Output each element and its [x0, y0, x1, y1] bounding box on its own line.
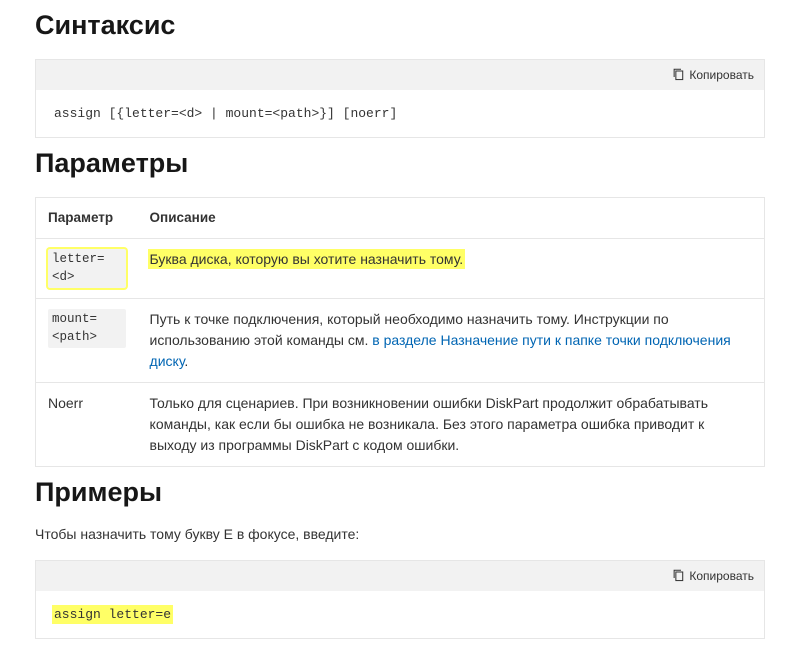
param-cell: letter=<d> [36, 239, 138, 299]
table-row: mount=<path> Путь к точке подключения, к… [36, 299, 765, 383]
table-header-row: Параметр Описание [36, 198, 765, 239]
copy-icon [672, 568, 684, 585]
copy-button[interactable]: Копировать [672, 67, 754, 84]
example-code-block: Копировать assign letter=e [35, 560, 765, 639]
param-code: letter=<d> [48, 249, 126, 288]
copy-button[interactable]: Копировать [672, 568, 754, 585]
param-cell: mount=<path> [36, 299, 138, 383]
syntax-code-block: Копировать assign [{letter=<d> | mount=<… [35, 59, 765, 138]
code-toolbar: Копировать [36, 60, 764, 90]
param-cell: Noerr [36, 383, 138, 467]
parameters-table: Параметр Описание letter=<d> Буква диска… [35, 197, 765, 467]
example-code-text: assign letter=e [54, 607, 171, 622]
desc-text: Буква диска, которую вы хотите назначить… [150, 251, 464, 267]
col-desc: Описание [138, 198, 765, 239]
table-row: Noerr Только для сценариев. При возникно… [36, 383, 765, 467]
desc-cell: Путь к точке подключения, который необхо… [138, 299, 765, 383]
copy-label: Копировать [689, 569, 754, 583]
param-code: mount=<path> [48, 309, 126, 348]
param-plain: Noerr [48, 395, 83, 411]
desc-text: Только для сценариев. При возникновении … [150, 395, 708, 453]
example-code: assign letter=e [36, 591, 764, 638]
copy-icon [672, 67, 684, 84]
desc-suffix: . [184, 353, 188, 369]
code-toolbar: Копировать [36, 561, 764, 591]
heading-examples: Примеры [35, 477, 765, 508]
desc-cell: Только для сценариев. При возникновении … [138, 383, 765, 467]
col-param: Параметр [36, 198, 138, 239]
heading-syntax: Синтаксис [35, 10, 765, 41]
examples-intro: Чтобы назначить тому букву E в фокусе, в… [35, 526, 765, 542]
syntax-code: assign [{letter=<d> | mount=<path>}] [no… [36, 90, 764, 137]
desc-cell: Буква диска, которую вы хотите назначить… [138, 239, 765, 299]
copy-label: Копировать [689, 68, 754, 82]
heading-parameters: Параметры [35, 148, 765, 179]
table-row: letter=<d> Буква диска, которую вы хотит… [36, 239, 765, 299]
